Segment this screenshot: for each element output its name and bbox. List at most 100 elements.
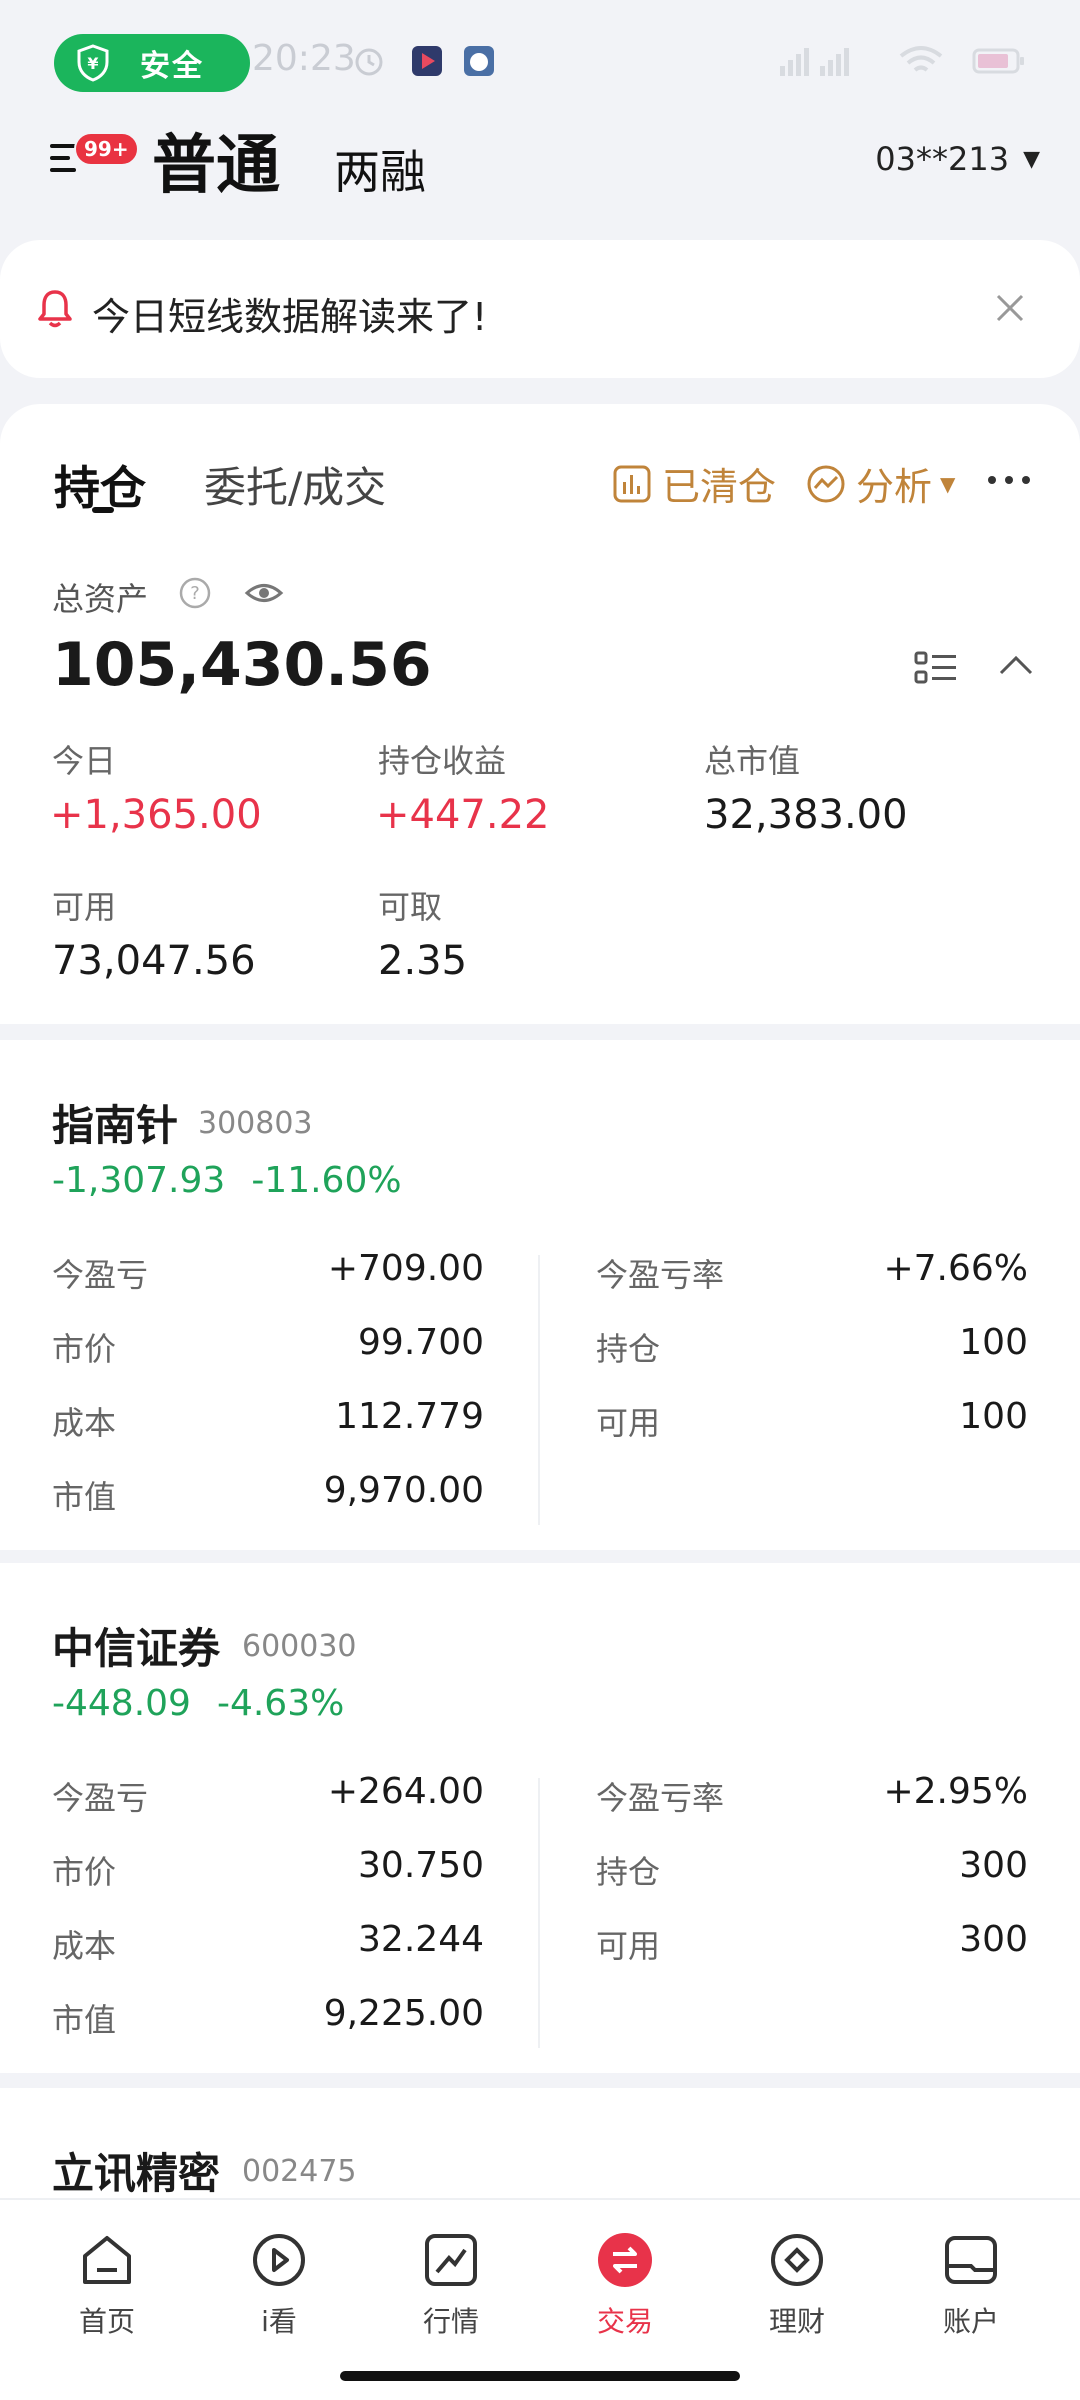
row-value: 9,225.00	[323, 1993, 484, 2034]
holding-card[interactable]: 中信证券 600030 -448.09 -4.63% 今盈亏 +264.00 市价…	[0, 1563, 1080, 2073]
row-label: 持仓	[596, 1853, 661, 1891]
holding-card[interactable]: 立讯精密 002475	[0, 2088, 1080, 2198]
notice-banner[interactable]: 今日短线数据解读来了!	[0, 240, 1080, 378]
stock-pnl-pct: -4.63%	[216, 1683, 345, 1724]
stat-position-pnl-label: 持仓收益	[378, 742, 507, 780]
cleared-label: 已清仓	[662, 465, 777, 509]
total-assets-label: 总资产	[52, 580, 149, 618]
row-value: 100	[959, 1322, 1028, 1363]
caret-down-icon: ▼	[1023, 146, 1040, 172]
row-label: 持仓	[596, 1330, 661, 1368]
analysis-icon	[807, 465, 845, 502]
row-label: 可用	[596, 1404, 661, 1442]
row-label: 可用	[596, 1927, 661, 1965]
analysis-label: 分析	[856, 465, 933, 509]
stat-market-value-label: 总市值	[704, 742, 801, 780]
row-value: 32.244	[358, 1919, 484, 1960]
tab-liangrong[interactable]: 两融	[334, 136, 426, 202]
nav-trade-label: 交易	[596, 2305, 653, 2338]
row-value: 9,970.00	[323, 1470, 484, 1511]
nav-market[interactable]: 行情	[386, 2230, 516, 2340]
stock-name: 指南针	[52, 1101, 179, 1150]
market-chart-icon	[425, 2234, 477, 2286]
battery-icon	[972, 48, 1024, 74]
row-value: 100	[959, 1396, 1028, 1437]
stock-code: 300803	[198, 1106, 313, 1141]
nav-home-label: 首页	[78, 2305, 135, 2338]
stat-withdrawable-label: 可取	[378, 888, 443, 926]
app-notification-icon	[412, 46, 442, 76]
tab-putong[interactable]: 普通	[152, 114, 280, 206]
analysis-button[interactable]: 分析 ▼	[806, 456, 955, 511]
svg-text:¥: ¥	[87, 54, 98, 73]
row-value: 300	[959, 1919, 1028, 1960]
stock-pnl-pct: -11.60%	[251, 1160, 402, 1201]
stat-market-value-value: 32,383.00	[704, 792, 908, 838]
stat-available-label: 可用	[52, 888, 117, 926]
caret-down-icon: ▼	[940, 471, 956, 496]
wealth-icon	[771, 2234, 823, 2286]
nav-market-label: 行情	[422, 2305, 479, 2338]
notification-badge: 99+	[74, 132, 139, 166]
nav-trade[interactable]: 交易	[560, 2230, 690, 2340]
stock-pnl-value: -1,307.93	[52, 1160, 226, 1201]
stat-position-pnl-value: +447.22	[376, 792, 550, 838]
clock: 20:23	[252, 38, 356, 79]
stock-pnl-value: -448.09	[52, 1683, 191, 1724]
eye-icon[interactable]	[244, 578, 284, 608]
row-value: 300	[959, 1845, 1028, 1886]
list-icon[interactable]	[914, 650, 958, 686]
bottom-nav: 首页 i看 行情 交易 理财 账户	[0, 2198, 1080, 2400]
row-label: 市值	[52, 1478, 117, 1516]
row-label: 今盈亏率	[596, 1256, 725, 1294]
stock-pnl: -1,307.93 -11.60%	[52, 1160, 428, 1201]
tab-underline	[92, 507, 114, 513]
nav-account[interactable]: 账户	[906, 2230, 1036, 2340]
close-icon[interactable]	[994, 292, 1026, 324]
more-icon[interactable]	[986, 474, 1032, 486]
row-value: +2.95%	[883, 1771, 1028, 1812]
safe-badge[interactable]: ¥ 安全	[54, 34, 250, 92]
nav-account-label: 账户	[942, 2305, 999, 2338]
signal-icon	[780, 48, 849, 76]
stock-pnl: -448.09 -4.63%	[52, 1683, 370, 1724]
row-value: +7.66%	[883, 1248, 1028, 1289]
svg-text:?: ?	[190, 583, 200, 604]
account-icon	[945, 2236, 997, 2284]
row-label: 市价	[52, 1330, 117, 1368]
row-label: 市值	[52, 2001, 117, 2039]
row-label: 今盈亏	[52, 1256, 149, 1294]
trade-icon	[598, 2233, 652, 2287]
stat-today-value: +1,365.00	[50, 792, 262, 838]
holding-card[interactable]: 指南针 300803 -1,307.93 -11.60% 今盈亏 +709.00 …	[0, 1040, 1080, 1550]
app-notification-icon-2	[464, 46, 494, 76]
nav-wealth-label: 理财	[768, 2305, 825, 2338]
nav-wealth[interactable]: 理财	[732, 2230, 862, 2340]
stat-withdrawable-value: 2.35	[378, 938, 468, 984]
asset-panel: 持仓 委托/成交 已清仓 分析 ▼ 总资产 ? 105,430.56 今日 +1…	[0, 404, 1080, 1024]
row-label: 今盈亏	[52, 1779, 149, 1817]
row-label: 成本	[52, 1404, 117, 1442]
account-number: 03**213	[875, 140, 1010, 178]
cleared-chart-icon	[613, 465, 651, 502]
row-value: +709.00	[327, 1248, 484, 1289]
header: 99+ 普通 两融 03**213 ▼	[0, 110, 1080, 230]
account-selector[interactable]: 03**213 ▼	[875, 140, 1040, 178]
total-assets-value: 105,430.56	[52, 630, 432, 700]
divider	[538, 1255, 540, 1525]
play-icon	[253, 2234, 305, 2286]
nav-home[interactable]: 首页	[42, 2230, 172, 2340]
home-indicator	[340, 2371, 740, 2381]
stat-today-label: 今日	[52, 742, 117, 780]
chevron-up-icon[interactable]	[998, 654, 1034, 676]
help-icon[interactable]: ?	[178, 576, 212, 610]
row-label: 成本	[52, 1927, 117, 1965]
nav-ikan-label: i看	[261, 2305, 297, 2338]
stock-name: 中信证券	[52, 1624, 221, 1673]
cleared-button[interactable]: 已清仓	[612, 456, 776, 511]
nav-ikan[interactable]: i看	[214, 2230, 344, 2340]
tab-orders[interactable]: 委托/成交	[204, 454, 386, 515]
row-value: 112.779	[335, 1396, 484, 1437]
stock-name: 立讯精密	[52, 2149, 221, 2198]
wifi-icon	[899, 46, 943, 72]
